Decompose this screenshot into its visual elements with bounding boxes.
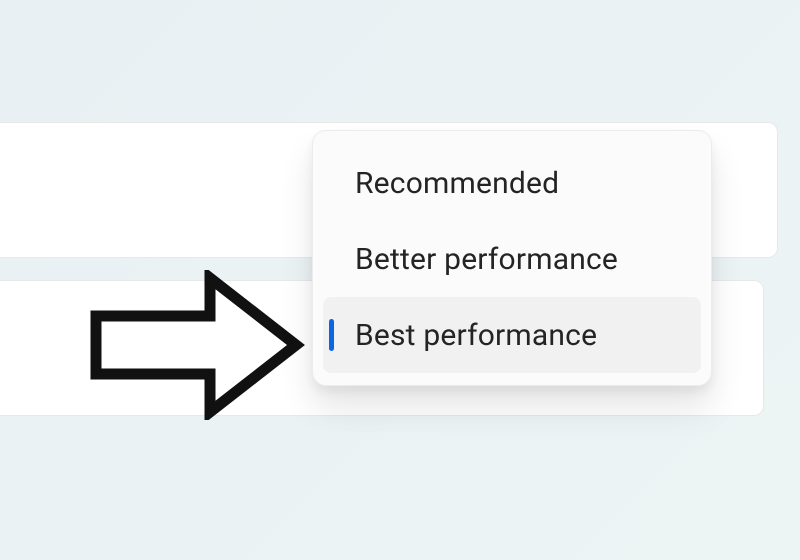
menu-item-better-performance[interactable]: Better performance bbox=[323, 221, 701, 297]
menu-item-label: Recommended bbox=[355, 166, 559, 201]
menu-item-label: Best performance bbox=[355, 318, 597, 353]
arrow-right-icon bbox=[88, 270, 308, 420]
menu-item-recommended[interactable]: Recommended bbox=[323, 145, 701, 221]
power-mode-menu: Recommended Better performance Best perf… bbox=[312, 130, 712, 386]
menu-item-best-performance[interactable]: Best performance bbox=[323, 297, 701, 373]
menu-item-label: Better performance bbox=[355, 242, 618, 277]
